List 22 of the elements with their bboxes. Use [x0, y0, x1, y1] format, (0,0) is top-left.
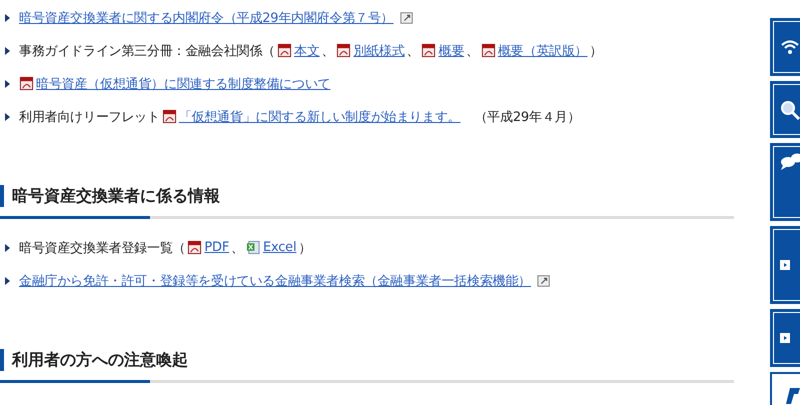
list-text: 、	[231, 240, 244, 256]
list-text: 利用者向けリーフレット	[19, 108, 160, 126]
document-link[interactable]: 概要（英訳版）	[498, 42, 588, 60]
section-heading: 利用者の方への注意喚起	[0, 349, 734, 371]
document-link[interactable]: 本文	[294, 42, 320, 60]
list-text: 、	[322, 42, 334, 60]
document-link[interactable]: 「仮想通貨」に関する新しい制度が始まります。	[178, 108, 460, 126]
list-text: 、	[406, 42, 420, 60]
document-link[interactable]: Excel	[262, 240, 296, 255]
document-link[interactable]: 概要	[438, 42, 464, 60]
document-link[interactable]: 金融庁から免許・許可・登録等を受けている金融事業者検索（金融事業者一括検索機能）	[19, 272, 532, 290]
document-link[interactable]: 暗号資産交換業者に関する内閣府令（平成29年内閣府令第７号）	[19, 8, 394, 26]
list-text: ）	[298, 240, 312, 256]
document-link[interactable]: PDF	[204, 240, 230, 255]
list-text: ）	[589, 42, 602, 60]
document-link[interactable]: 暗号資産（仮想通貨）に関連する制度整備について	[36, 74, 330, 92]
list-text: 事務ガイドライン第三分冊：金融会社関係（	[19, 42, 276, 60]
list-text: 、	[466, 42, 479, 60]
list-text: 暗号資産交換業者登録一覧（	[19, 240, 186, 256]
list-text: （平成29年４月）	[474, 108, 580, 126]
section-heading: 暗号資産交換業者に係る情報	[0, 185, 734, 207]
document-link[interactable]: 別紙様式	[353, 42, 405, 60]
